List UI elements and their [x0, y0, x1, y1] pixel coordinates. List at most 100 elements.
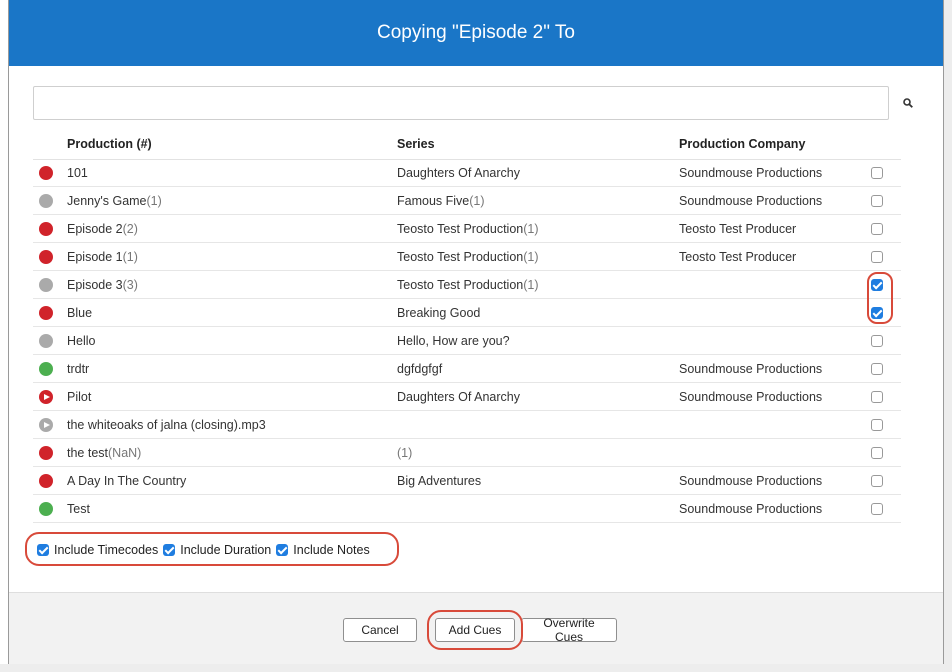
- series-count: (1): [397, 446, 413, 460]
- cell-company: Soundmouse Productions: [679, 194, 823, 208]
- series-count: (1): [523, 250, 539, 264]
- header-company[interactable]: Production Company: [679, 137, 805, 151]
- header-production[interactable]: Production (#): [67, 137, 152, 151]
- include-timecodes-label[interactable]: Include Timecodes: [54, 543, 158, 557]
- overwrite-cues-button[interactable]: Overwrite Cues: [521, 616, 617, 644]
- production-name: Episode 1: [67, 250, 123, 264]
- header-series[interactable]: Series: [397, 137, 435, 151]
- cell-production: Jenny's Game(1): [67, 194, 162, 208]
- production-name: Pilot: [67, 390, 92, 404]
- production-name: Test: [67, 502, 90, 516]
- include-notes-label[interactable]: Include Notes: [293, 543, 369, 557]
- production-name: A Day In The Country: [67, 474, 187, 488]
- table-row[interactable]: the test(NaN) (1): [33, 439, 901, 467]
- productions-table: Production (#) Series Production Company…: [33, 129, 901, 525]
- series-name: Daughters Of Anarchy: [397, 166, 520, 180]
- production-name: Blue: [67, 306, 93, 320]
- row-select-checkbox[interactable]: [871, 307, 883, 319]
- status-dot-icon: [39, 250, 53, 264]
- table-row[interactable]: A Day In The Country Big Adventures Soundm…: [33, 467, 901, 495]
- cell-production: Episode 1(1): [67, 250, 138, 264]
- production-count: (1): [146, 194, 162, 208]
- row-select-checkbox[interactable]: [871, 223, 883, 235]
- cell-production: A Day In The Country: [67, 474, 186, 488]
- search-input[interactable]: [33, 86, 889, 120]
- series-name: dgfdgfgf: [397, 362, 443, 376]
- cell-production: 101: [67, 166, 88, 180]
- row-select-checkbox[interactable]: [871, 475, 883, 487]
- production-name: Hello: [67, 334, 96, 348]
- table-row[interactable]: Blue Breaking Good: [33, 299, 901, 327]
- status-dot-icon: [39, 222, 53, 236]
- table-row[interactable]: Episode 3(3) Teosto Test Production(1): [33, 271, 901, 299]
- cell-series: Hello, How are you?: [397, 334, 510, 348]
- cell-series: Teosto Test Production(1): [397, 222, 539, 236]
- production-name: Jenny's Game: [67, 194, 147, 208]
- table-row[interactable]: trdtr dgfdgfgf Soundmouse Productions: [33, 355, 901, 383]
- production-count: (2): [122, 222, 138, 236]
- cell-company: Teosto Test Producer: [679, 222, 797, 236]
- cell-production: Episode 2(2): [67, 222, 138, 236]
- table-row[interactable]: the whiteoaks of jalna (closing).mp3: [33, 411, 901, 439]
- table-row[interactable]: Test Soundmouse Productions: [33, 495, 901, 523]
- cancel-button[interactable]: Cancel: [343, 618, 417, 642]
- status-dot-icon: [39, 502, 53, 516]
- include-duration-checkbox[interactable]: [163, 544, 176, 556]
- row-select-checkbox[interactable]: [871, 195, 883, 207]
- row-select-checkbox[interactable]: [871, 391, 883, 403]
- cell-production: Pilot: [67, 390, 91, 404]
- table-row[interactable]: Hello Hello, How are you?: [33, 327, 901, 355]
- cell-company: Soundmouse Productions: [679, 390, 823, 404]
- series-name: Big Adventures: [397, 474, 482, 488]
- series-count: (1): [469, 194, 485, 208]
- table-row[interactable]: Episode 1(1) Teosto Test Production(1) Teo…: [33, 243, 901, 271]
- series-name: Teosto Test Production: [397, 278, 524, 292]
- dialog-header: Copying "Episode 2" To: [9, 0, 943, 66]
- row-select-checkbox[interactable]: [871, 279, 883, 291]
- row-select-checkbox[interactable]: [871, 419, 883, 431]
- window-shadow-bottom: [0, 664, 952, 672]
- row-select-checkbox[interactable]: [871, 251, 883, 263]
- dialog-title: Copying "Episode 2" To: [377, 22, 575, 43]
- include-timecodes-checkbox[interactable]: [37, 544, 49, 556]
- production-name: the whiteoaks of jalna (closing).mp3: [67, 418, 266, 432]
- production-name: Episode 3: [67, 278, 123, 292]
- row-select-checkbox[interactable]: [871, 167, 883, 179]
- row-select-checkbox[interactable]: [871, 363, 883, 375]
- row-select-checkbox[interactable]: [871, 447, 883, 459]
- table-row[interactable]: Episode 2(2) Teosto Test Production(1) Teo…: [33, 215, 901, 243]
- cell-production: the test(NaN): [67, 446, 141, 460]
- table-row[interactable]: Pilot Daughters Of Anarchy Soundmouse Prod…: [33, 383, 901, 411]
- cell-series: (1): [397, 446, 412, 460]
- cell-series: Daughters Of Anarchy: [397, 166, 520, 180]
- series-count: (1): [523, 278, 539, 292]
- table-row[interactable]: 101 Daughters Of Anarchy Soundmouse Produc…: [33, 159, 901, 187]
- cell-series: Daughters Of Anarchy: [397, 390, 520, 404]
- include-duration-label[interactable]: Include Duration: [180, 543, 271, 557]
- status-dot-icon: [39, 474, 53, 488]
- status-dot-icon: [39, 278, 53, 292]
- status-dot-icon: [39, 166, 53, 180]
- production-name: 101: [67, 166, 88, 180]
- cell-series: Breaking Good: [397, 306, 480, 320]
- status-dot-icon: [39, 362, 53, 376]
- cell-series: Big Adventures: [397, 474, 481, 488]
- production-name: trdtr: [67, 362, 90, 376]
- play-status-icon[interactable]: [39, 418, 53, 432]
- cell-company: Teosto Test Producer: [679, 250, 797, 264]
- table-header: Production (#) Series Production Company: [33, 129, 901, 160]
- cell-company: Soundmouse Productions: [679, 166, 823, 180]
- search-icon[interactable]: [903, 98, 913, 108]
- cell-series: dgfdgfgf: [397, 362, 442, 376]
- table-row[interactable]: [33, 523, 901, 525]
- cell-series: Teosto Test Production(1): [397, 250, 539, 264]
- table-row[interactable]: Jenny's Game(1) Famous Five(1) Soundmouse …: [33, 187, 901, 215]
- include-notes-checkbox[interactable]: [276, 544, 289, 556]
- cell-company: Soundmouse Productions: [679, 362, 823, 376]
- row-select-checkbox[interactable]: [871, 335, 883, 347]
- play-status-icon[interactable]: [39, 390, 53, 404]
- cell-production: Hello: [67, 334, 96, 348]
- add-cues-button[interactable]: Add Cues: [435, 618, 515, 642]
- cell-production: Test: [67, 502, 90, 516]
- row-select-checkbox[interactable]: [871, 503, 883, 515]
